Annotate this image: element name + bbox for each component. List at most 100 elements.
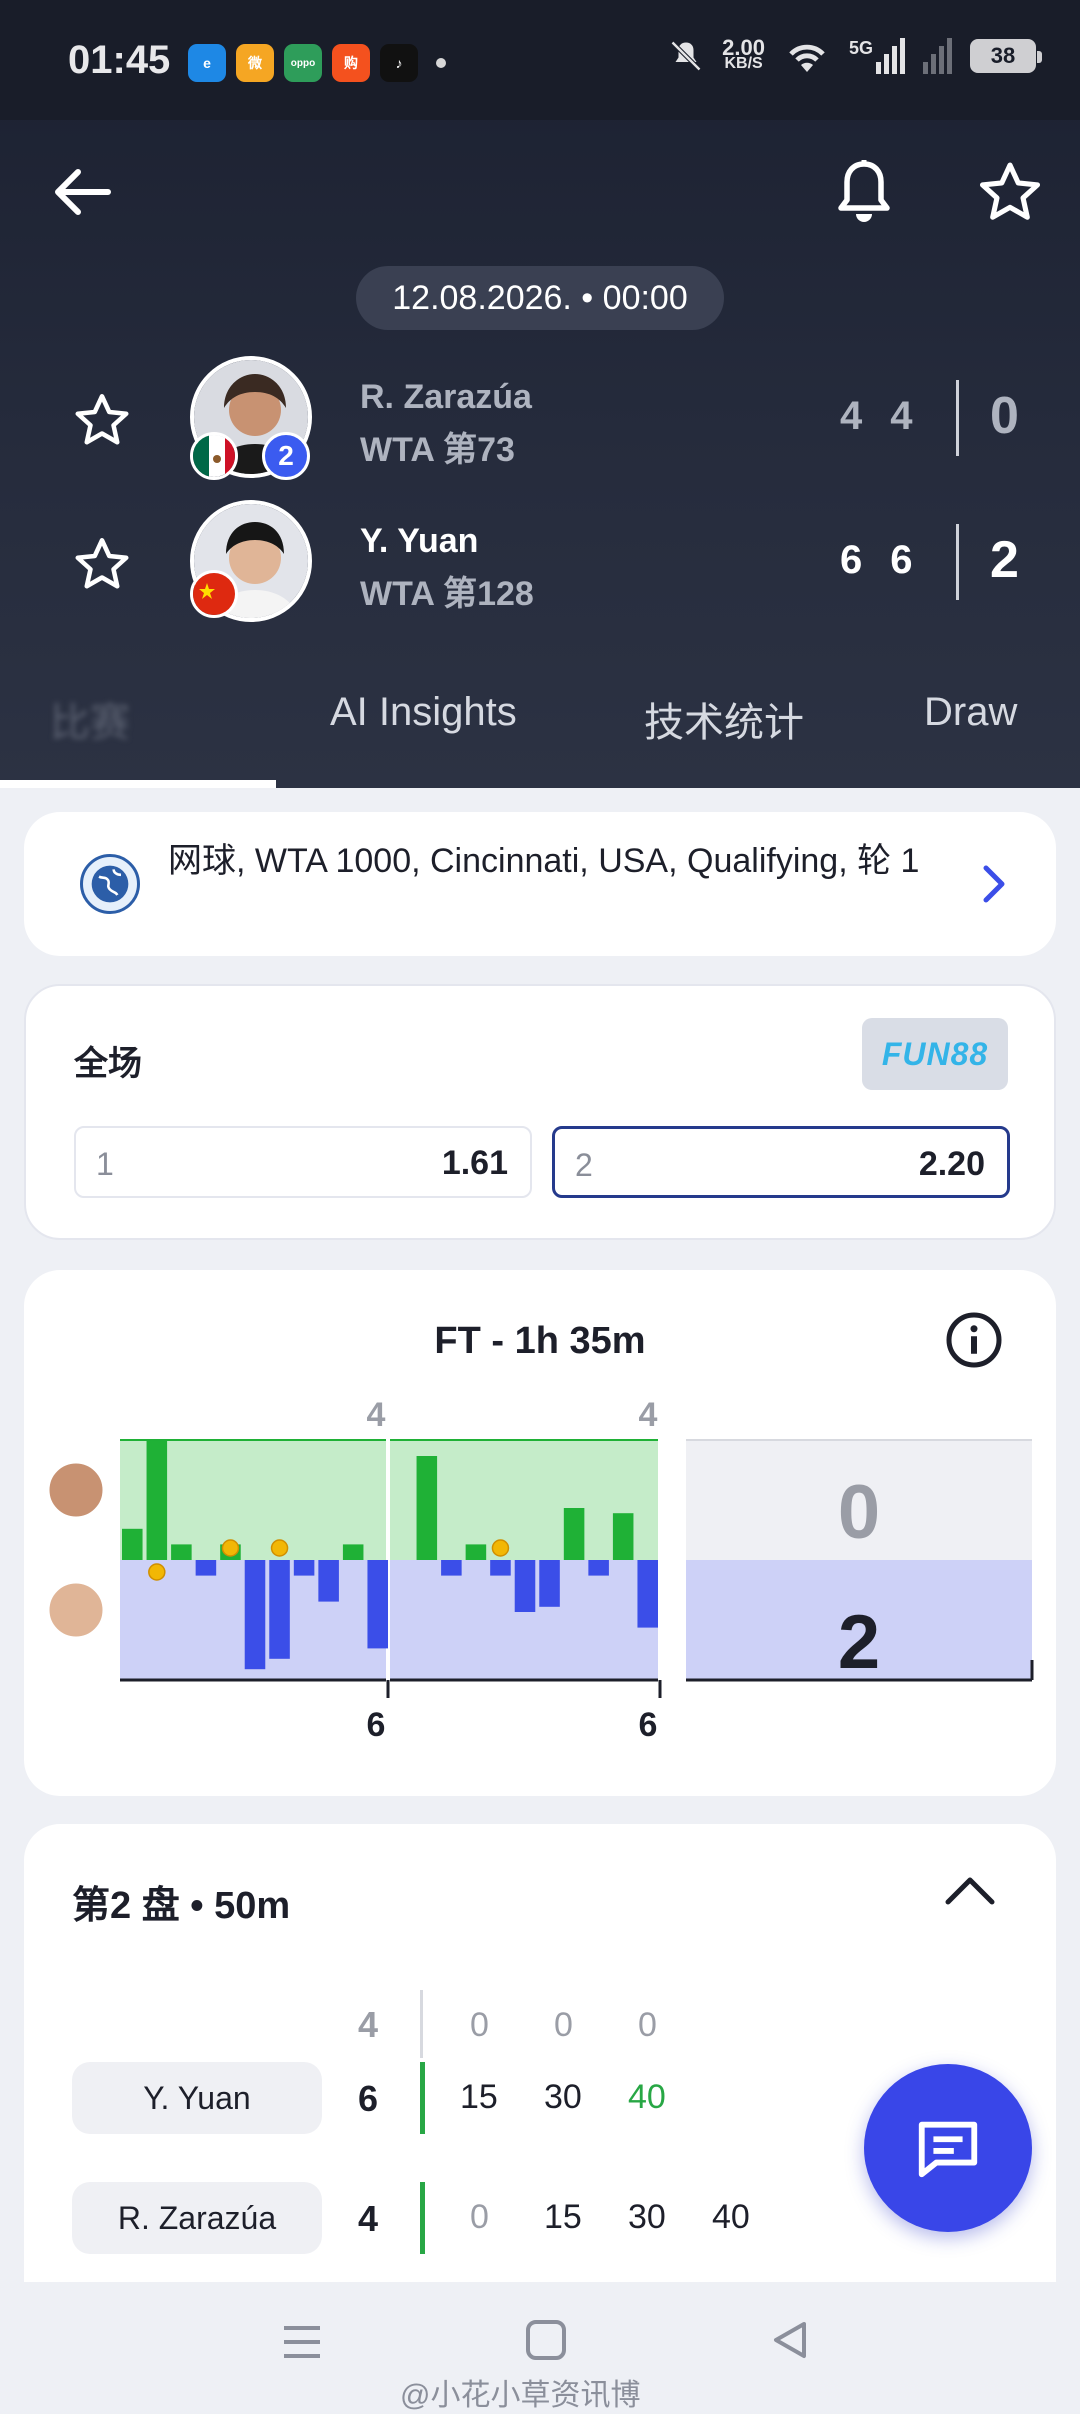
chevron-right-icon[interactable] — [980, 862, 1008, 911]
watermark: @小花小草资讯博 — [400, 2379, 641, 2412]
momentum-bar — [293, 1560, 315, 1576]
point-score: 0 — [470, 2198, 489, 2236]
wifi-icon — [789, 44, 825, 72]
browser-app-icon: e — [188, 44, 226, 82]
tiktok-app-icon: ♪ — [380, 44, 418, 82]
player-name: Y. Yuan — [360, 522, 479, 560]
odds-option-1[interactable]: 1 1.61 — [74, 1126, 532, 1198]
momentum-bar — [122, 1528, 143, 1560]
point-score: 40 — [712, 2198, 750, 2236]
player-name: R. Zarazúa — [360, 378, 532, 416]
seed-badge: 2 — [262, 432, 310, 480]
momentum-bar — [146, 1440, 168, 1560]
set-score: 4 — [358, 2198, 379, 2239]
info-icon[interactable] — [944, 1310, 1004, 1375]
momentum-bar — [465, 1544, 487, 1560]
momentum-bar — [441, 1560, 462, 1576]
tab-bar: 比赛 AI Insights 技术统计 Draw — [0, 680, 1080, 788]
break-ball-icon — [270, 1539, 289, 1557]
point-score: 15 — [544, 2198, 582, 2236]
globe-icon — [80, 854, 140, 914]
chat-button[interactable] — [864, 2064, 1032, 2232]
status-indicators: 2.00 KB/S 5G 38 — [668, 35, 1042, 74]
set-score: 6 — [890, 538, 913, 582]
battery-icon: 38 — [970, 39, 1042, 73]
player-row-zarazua[interactable]: 2 R. Zarazúa WTA 第73 4 4 0 — [0, 352, 1080, 482]
player-name-pill: Y. Yuan — [72, 2062, 322, 2134]
point-score: 30 — [628, 2198, 666, 2236]
server-indicator — [420, 2182, 425, 2254]
total-score: 2 — [990, 531, 1019, 589]
status-bar: 01:45 e 微 oppo 购 ♪ 2.00 KB/S 5G 38 — [0, 0, 1080, 120]
score-divider — [956, 524, 959, 600]
momentum-bar — [318, 1560, 339, 1602]
momentum-bar — [171, 1544, 192, 1560]
avatar — [46, 1580, 106, 1640]
signal-sim2-icon — [923, 38, 952, 74]
point-header: 0 — [554, 2006, 573, 2044]
odds-card: 全场 FUN88 1 1.61 2 2.20 — [24, 984, 1056, 1240]
prev-set-score: 4 — [358, 2004, 379, 2045]
momentum-bar — [269, 1560, 290, 1659]
set-score-top: 4 — [639, 1396, 658, 1434]
oppo-app-icon: oppo — [284, 44, 322, 82]
total-score: 0 — [990, 387, 1019, 445]
set-score-top: 4 — [367, 1396, 386, 1434]
momentum-bar — [342, 1544, 364, 1560]
bell-icon[interactable] — [836, 158, 892, 226]
total-score-bottom: 2 — [838, 1600, 880, 1685]
weibo-app-icon: 微 — [236, 44, 274, 82]
bookmaker-logo[interactable]: FUN88 — [862, 1018, 1008, 1090]
momentum-bar — [490, 1560, 511, 1576]
momentum-chart: 4 6 4 6 0 2 — [46, 1396, 1034, 1744]
set-scores: 4 4 — [840, 394, 913, 439]
tab-draw[interactable]: Draw — [924, 690, 1017, 735]
point-score: 40 — [628, 2078, 666, 2116]
momentum-bar — [637, 1560, 658, 1628]
back-triangle-icon[interactable] — [768, 2318, 812, 2367]
odds-value: 1.61 — [441, 1144, 508, 1182]
score-divider — [956, 380, 959, 456]
total-score-top: 0 — [838, 1470, 880, 1555]
player-row-yuan[interactable]: Y. Yuan WTA 第128 6 6 2 — [0, 496, 1080, 626]
odds-value: 2.20 — [918, 1145, 985, 1183]
mexico-flag-icon — [190, 432, 238, 480]
set-score: 6 — [840, 538, 863, 582]
point-header: 0 — [470, 2006, 489, 2044]
chat-icon — [918, 2121, 978, 2178]
player-favorite-star-icon[interactable] — [72, 534, 132, 599]
tab-match[interactable]: 比赛 — [50, 690, 130, 748]
tab-ai-insights[interactable]: AI Insights — [330, 690, 517, 735]
store-app-icon: 购 — [332, 44, 370, 82]
menu-icon[interactable] — [280, 2322, 324, 2367]
chevron-up-icon[interactable] — [944, 1874, 996, 1911]
player-favorite-star-icon[interactable] — [72, 390, 132, 455]
status-time: 01:45 — [68, 38, 171, 82]
tab-stats[interactable]: 技术统计 — [644, 690, 804, 748]
odds-label: 1 — [96, 1146, 114, 1182]
favorite-star-icon[interactable] — [976, 158, 1044, 226]
point-score: 30 — [544, 2078, 582, 2116]
momentum-bar — [195, 1560, 217, 1576]
china-flag-icon — [190, 570, 238, 618]
break-ball-icon — [221, 1539, 240, 1557]
home-icon[interactable] — [524, 2318, 568, 2367]
momentum-bar — [416, 1456, 438, 1560]
odds-option-2[interactable]: 2 2.20 — [552, 1126, 1010, 1198]
network-speed: 2.00 KB/S — [722, 35, 765, 72]
tournament-card[interactable]: 网球, WTA 1000, Cincinnati, USA, Qualifyin… — [24, 812, 1056, 956]
momentum-card: FT - 1h 35m 4 6 4 6 0 2 — [24, 1270, 1056, 1796]
odds-title: 全场 — [74, 1045, 142, 1083]
match-duration: FT - 1h 35m — [434, 1320, 646, 1362]
column-divider — [420, 1990, 423, 2058]
momentum-bar — [588, 1560, 609, 1576]
set-scores: 6 6 — [840, 538, 913, 583]
player-rank: WTA 第128 — [360, 575, 534, 613]
momentum-bar — [539, 1560, 560, 1607]
break-ball-icon — [148, 1563, 166, 1581]
point-score: 15 — [460, 2078, 498, 2116]
status-app-icons: e 微 oppo 购 ♪ — [188, 44, 446, 82]
set-score: 6 — [358, 2078, 379, 2119]
set-score: 4 — [890, 394, 913, 438]
back-arrow-icon[interactable] — [50, 160, 114, 224]
